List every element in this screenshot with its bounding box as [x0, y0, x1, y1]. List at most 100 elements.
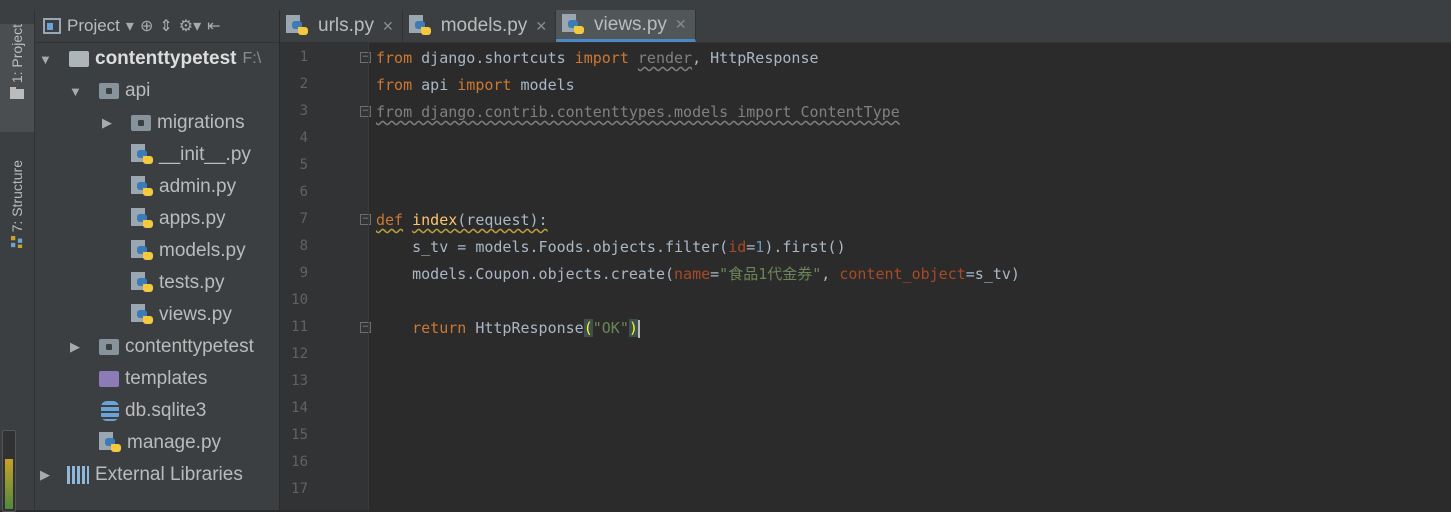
close-icon[interactable]: ✕: [535, 18, 547, 35]
close-icon[interactable]: ✕: [675, 16, 687, 33]
code-editor[interactable]: 1 2 3 4 5 6 7 8 9 10 11 12 13 14 15 16 1…: [280, 43, 1451, 510]
line-number: 7: [299, 211, 308, 227]
project-panel-header: Project ▾ ⊕ ⇕ ⚙▾ ⇤: [35, 10, 279, 43]
database-icon: [101, 401, 119, 421]
line-number: 15: [291, 427, 308, 443]
line-number-gutter[interactable]: 1 2 3 4 5 6 7 8 9 10 11 12 13 14 15 16 1…: [280, 43, 371, 510]
tree-item-external-libraries[interactable]: ▶ External Libraries: [35, 459, 283, 491]
python-file-icon: [131, 176, 153, 198]
tree-item-label: migrations: [157, 112, 245, 133]
line-number: 14: [291, 400, 308, 416]
tree-item-label: views.py: [159, 304, 232, 325]
expand-arrow-icon[interactable]: ▶: [39, 467, 51, 483]
gutter-divider: [368, 43, 369, 510]
tree-item-label: contenttypetest: [125, 336, 254, 357]
expand-arrow-icon[interactable]: ▶: [101, 115, 113, 131]
tab-label: views.py: [594, 13, 667, 35]
tool-window-strip: 1: Project 7: Structure: [0, 10, 35, 512]
collapse-all-icon[interactable]: ⇕: [159, 16, 172, 36]
python-file-icon: [131, 272, 153, 294]
line-number: 4: [299, 130, 308, 146]
tree-item-label: admin.py: [159, 176, 237, 197]
dropdown-caret-icon[interactable]: ▾: [126, 16, 134, 36]
text-caret: [637, 319, 640, 338]
project-view-dropdown[interactable]: Project: [67, 16, 120, 36]
project-tool-tab[interactable]: 1: Project: [0, 24, 34, 132]
memory-indicator[interactable]: [2, 430, 16, 512]
tree-item-label: api: [125, 80, 151, 101]
structure-tool-tab[interactable]: 7: Structure: [0, 160, 34, 280]
line-number: 3: [299, 103, 308, 119]
project-panel: Project ▾ ⊕ ⇕ ⚙▾ ⇤ ▼ contenttypetest F:\…: [35, 10, 279, 510]
code-line-1: from django.shortcuts import render, Htt…: [376, 49, 819, 67]
templates-folder-icon: [99, 371, 119, 387]
line-number: 5: [299, 157, 308, 173]
line-number: 12: [291, 346, 308, 362]
package-folder-icon: [99, 339, 119, 355]
expand-arrow-icon[interactable]: ▶: [69, 339, 81, 355]
line-number: 8: [299, 238, 308, 254]
folder-icon: [69, 51, 89, 67]
tree-item-label: models.py: [159, 240, 246, 261]
line-number: 11: [291, 319, 308, 335]
tree-item-label: tests.py: [159, 272, 225, 293]
expand-arrow-icon[interactable]: ▼: [69, 84, 82, 99]
line-number: 9: [299, 265, 308, 281]
package-folder-icon: [99, 83, 119, 99]
python-file-icon: [131, 240, 153, 262]
tree-item-label: apps.py: [159, 208, 226, 229]
code-line-11: return HttpResponse("OK"): [412, 319, 640, 338]
project-tool-tab-label: 1: Project: [9, 24, 25, 84]
python-file-icon: [131, 144, 153, 166]
python-file-icon: [99, 432, 121, 454]
structure-icon: [11, 236, 23, 249]
line-number: 2: [299, 76, 308, 92]
line-number: 13: [291, 373, 308, 389]
project-view-icon: [43, 18, 61, 34]
line-number: 1: [299, 49, 308, 65]
code-line-8: s_tv = models.Foods.objects.filter(id=1)…: [376, 238, 846, 256]
tab-models-py[interactable]: models.py ✕: [403, 10, 557, 42]
tree-item-label: contenttypetest: [95, 48, 237, 69]
line-number: 16: [291, 454, 308, 470]
python-file-icon: [131, 208, 153, 230]
gear-icon[interactable]: ⚙▾: [179, 16, 201, 36]
tree-item-api[interactable]: ▼ api: [35, 75, 313, 107]
code-line-7: def index(request):: [376, 211, 548, 229]
hide-panel-icon[interactable]: ⇤: [207, 16, 220, 36]
project-folder-icon: [10, 87, 24, 100]
tree-item-label: db.sqlite3: [125, 400, 207, 421]
code-line-9: models.Coupon.objects.create(name="食品1代金…: [376, 265, 1020, 283]
tree-item-label: External Libraries: [95, 464, 243, 485]
code-line-3: from django.contrib.contenttypes.models …: [376, 103, 900, 121]
tab-label: urls.py: [318, 15, 374, 36]
line-number: 6: [299, 184, 308, 200]
code-line-2: from api import models: [376, 76, 575, 94]
libraries-icon: [67, 466, 89, 484]
tree-item-label: __init__.py: [159, 144, 251, 165]
structure-tool-tab-label: 7: Structure: [9, 160, 25, 233]
python-file-icon: [286, 15, 308, 37]
python-file-icon: [408, 15, 431, 37]
line-number: 17: [291, 481, 308, 497]
tree-item-path-hint: F:\: [242, 50, 262, 67]
tab-label: models.py: [440, 15, 528, 36]
package-folder-icon: [131, 115, 151, 131]
line-number: 10: [291, 292, 308, 308]
python-file-icon: [562, 13, 585, 36]
tab-views-py[interactable]: views.py ✕: [556, 10, 696, 42]
tree-item-label: templates: [125, 368, 208, 389]
close-icon[interactable]: ✕: [382, 18, 394, 35]
fold-marker-icon[interactable]: −: [360, 106, 371, 117]
python-file-icon: [131, 304, 153, 326]
editor-tab-bar: urls.py ✕ models.py ✕ views.py ✕: [280, 10, 1451, 43]
scroll-from-source-icon[interactable]: ⊕: [140, 16, 153, 36]
expand-arrow-icon[interactable]: ▼: [39, 52, 52, 67]
fold-marker-icon[interactable]: −: [360, 322, 371, 333]
fold-marker-icon[interactable]: −: [360, 214, 371, 225]
fold-marker-icon[interactable]: −: [360, 52, 371, 63]
tree-item-label: manage.py: [127, 432, 222, 453]
tab-urls-py[interactable]: urls.py ✕: [280, 10, 403, 42]
tree-item-root[interactable]: ▼ contenttypetest F:\: [35, 43, 283, 75]
tree-item-contenttypetest-package[interactable]: ▶ contenttypetest: [35, 331, 313, 363]
